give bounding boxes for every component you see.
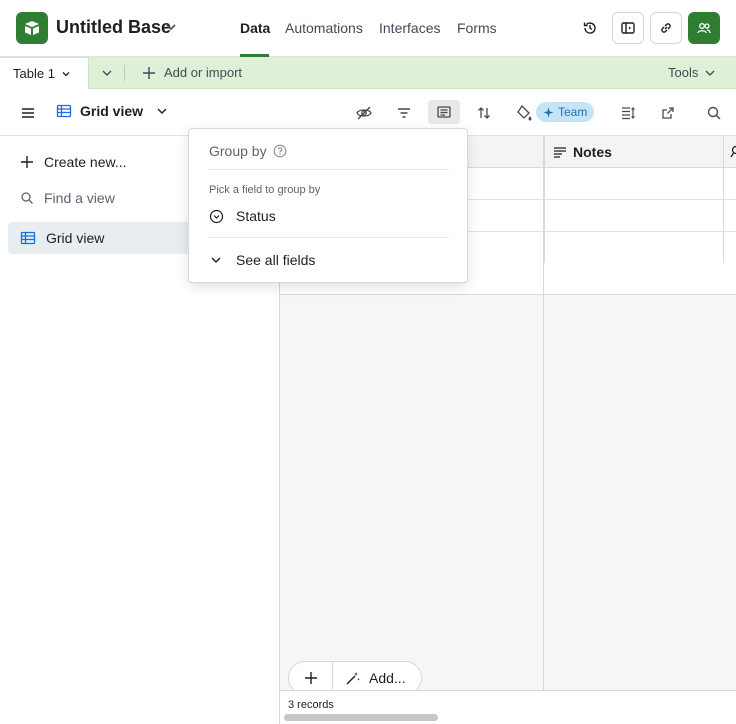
- find-view-input[interactable]: Find a view: [20, 190, 115, 206]
- tab-interfaces[interactable]: Interfaces: [379, 20, 440, 36]
- add-or-import-label: Add or import: [164, 65, 243, 80]
- app-header: Untitled Base Data Automations Interface…: [0, 0, 736, 57]
- divider: [209, 169, 449, 170]
- plus-icon: [143, 66, 155, 79]
- table-bar: Table 1 Add or import Tools: [0, 57, 736, 89]
- filter-button[interactable]: [394, 103, 414, 123]
- row-height-icon: [622, 107, 635, 120]
- row-height-button[interactable]: [618, 103, 638, 123]
- help-icon[interactable]: [273, 144, 287, 158]
- link-icon: [661, 23, 671, 33]
- base-logo-icon[interactable]: [16, 12, 48, 44]
- paint-bucket-icon: [517, 104, 532, 121]
- notes-cell[interactable]: [544, 232, 724, 263]
- sidebar-item-label: Grid view: [46, 230, 105, 246]
- horizontal-scrollbar[interactable]: [284, 714, 438, 721]
- plus-icon: [304, 672, 317, 684]
- plus-icon: [21, 156, 33, 168]
- popover-header: Group by: [209, 143, 287, 159]
- popover-hint: Pick a field to group by: [209, 184, 321, 196]
- history-icon: [583, 22, 596, 34]
- add-extension-label: Add...: [369, 670, 406, 686]
- external-link-icon: [662, 107, 674, 119]
- team-badge-label: Team: [558, 105, 588, 119]
- create-view-label: Create new...: [44, 154, 127, 170]
- users-icon: [697, 23, 711, 34]
- grid-view-icon: [20, 231, 36, 245]
- chevron-down-icon: [705, 70, 715, 76]
- create-view-button[interactable]: Create new...: [20, 154, 127, 170]
- table-tab-label: Table 1: [13, 66, 55, 81]
- chevron-down-icon: [211, 257, 221, 263]
- base-title[interactable]: Untitled Base: [56, 17, 171, 38]
- search-icon: [730, 145, 736, 162]
- team-badge[interactable]: Team: [536, 102, 595, 122]
- tools-button[interactable]: Tools: [668, 65, 716, 80]
- magic-wand-icon: [346, 672, 360, 685]
- popover-title: Group by: [209, 143, 267, 159]
- see-all-fields-label: See all fields: [236, 252, 316, 268]
- group-button[interactable]: [428, 100, 460, 124]
- sidebar-toggle-button[interactable]: [18, 103, 38, 123]
- group-field-status[interactable]: Status: [209, 208, 276, 224]
- hamburger-icon: [22, 108, 34, 118]
- see-all-fields-button[interactable]: See all fields: [209, 252, 315, 268]
- launch-button[interactable]: [612, 12, 644, 44]
- tables-menu-chevron-icon[interactable]: [100, 66, 114, 80]
- color-button[interactable]: [514, 103, 534, 123]
- filter-icon: [398, 108, 410, 118]
- group-field-label: Status: [236, 208, 276, 224]
- share-link-button[interactable]: [650, 12, 682, 44]
- view-switcher[interactable]: Grid view: [56, 103, 169, 119]
- sort-icon: [478, 107, 490, 119]
- chevron-down-icon: [157, 108, 167, 114]
- grid-footer: 3 records: [280, 690, 736, 724]
- records-count: 3 records: [288, 699, 334, 711]
- chevron-down-icon: [62, 71, 70, 76]
- collaborators-button[interactable]: [688, 12, 720, 44]
- view-name: Grid view: [80, 103, 144, 119]
- column-divider: [543, 136, 544, 724]
- add-or-import-button[interactable]: Add or import: [142, 65, 242, 80]
- search-icon: [21, 192, 33, 204]
- tools-label: Tools: [668, 65, 699, 80]
- eye-off-icon: [356, 106, 372, 120]
- share-view-button[interactable]: [658, 103, 678, 123]
- chevron-down-icon[interactable]: [164, 20, 178, 34]
- long-text-icon: [554, 147, 566, 158]
- grid-view-icon: [56, 104, 72, 118]
- notes-column-header[interactable]: Notes: [544, 136, 724, 168]
- history-button[interactable]: [574, 12, 606, 44]
- tab-automations[interactable]: Automations: [285, 20, 363, 36]
- search-button[interactable]: [704, 103, 724, 123]
- table-tab[interactable]: Table 1: [0, 57, 89, 89]
- single-select-icon: [209, 209, 224, 223]
- find-view-placeholder: Find a view: [44, 190, 115, 206]
- sort-button[interactable]: [474, 103, 494, 123]
- notes-column-label: Notes: [573, 144, 612, 160]
- tab-data[interactable]: Data: [240, 20, 270, 36]
- notes-cell[interactable]: [544, 200, 724, 231]
- group-icon: [437, 106, 451, 118]
- launch-icon: [621, 22, 635, 34]
- search-icon: [707, 106, 721, 120]
- hide-fields-button[interactable]: [354, 103, 374, 123]
- notes-cell[interactable]: [544, 168, 724, 199]
- divider: [209, 237, 449, 238]
- divider: [124, 65, 125, 81]
- sparkle-icon: [543, 107, 554, 117]
- add-extension-button[interactable]: Add...: [333, 670, 406, 686]
- group-by-popover: Group by Pick a field to group by Status…: [188, 128, 468, 283]
- tab-forms[interactable]: Forms: [457, 20, 497, 36]
